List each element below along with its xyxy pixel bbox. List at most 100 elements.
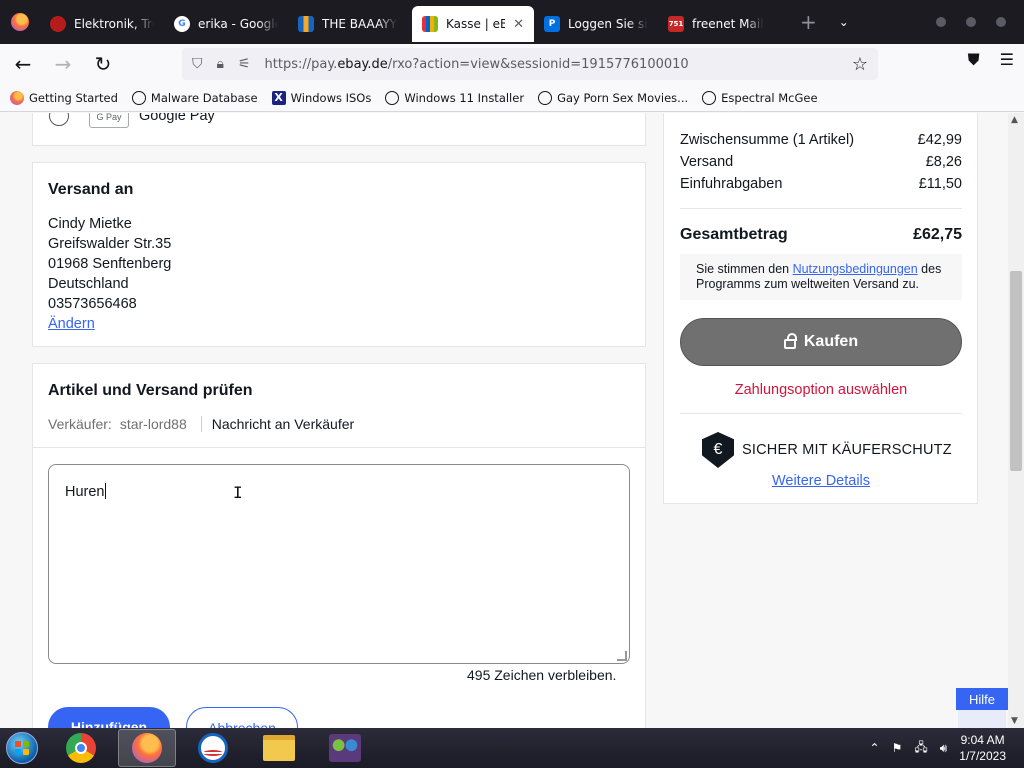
- more-details-link[interactable]: Weitere Details: [680, 473, 962, 489]
- clock-date: 1/7/2023: [959, 749, 1006, 763]
- new-tab-plus-icon[interactable]: +: [800, 10, 817, 34]
- subtotal-value: £42,99: [917, 132, 962, 148]
- taskbar-chrome[interactable]: [52, 729, 110, 767]
- total-row: Gesamtbetrag £62,75: [680, 226, 962, 244]
- help-widget-icon[interactable]: [958, 710, 1006, 728]
- action-center-flag-icon[interactable]: ⚑: [892, 741, 903, 755]
- tab-kasse-ebay[interactable]: Kasse | eBay ✕: [412, 6, 534, 42]
- scrollbar-thumb[interactable]: [1010, 271, 1022, 471]
- tab-baaayy[interactable]: THE BAAAYY: [288, 6, 412, 42]
- pocket-icon[interactable]: ⛊: [968, 50, 980, 70]
- recipient-name: Cindy Mietke: [48, 216, 132, 232]
- bookmarks-toolbar: Getting Started Malware Database X Window…: [0, 84, 1024, 112]
- windows-taskbar: ⌃ ⚑ 🖧︎ 🔊︎ 9:04 AM 1/7/2023: [0, 728, 1024, 768]
- subtotal-row: Zwischensumme (1 Artikel) £42,99: [680, 132, 962, 148]
- close-window-icon[interactable]: [996, 17, 1006, 27]
- bookmark-espectral-mcgee[interactable]: Espectral McGee: [702, 90, 818, 105]
- scroll-down-arrow-icon[interactable]: ▼: [1011, 716, 1018, 726]
- message-textarea[interactable]: Huren: [48, 464, 630, 664]
- bookmark-windows-isos[interactable]: X Windows ISOs: [271, 90, 371, 105]
- page-scrollbar[interactable]: ▲ ▼: [1008, 113, 1024, 728]
- resize-handle-icon[interactable]: [617, 651, 627, 661]
- ebay-favicon-icon: [50, 16, 66, 32]
- show-hidden-icons-chevron-icon[interactable]: ⌃: [870, 741, 880, 755]
- bookmark-star-icon[interactable]: ☆: [852, 54, 868, 75]
- tab-label: Elektronik, Tre: [74, 17, 154, 31]
- bookmark-gay-porn-sex-movies[interactable]: Gay Porn Sex Movies...: [538, 90, 688, 105]
- taskbar-firefox[interactable]: [118, 729, 176, 767]
- bookmark-malware-database[interactable]: Malware Database: [131, 90, 258, 105]
- country: Deutschland: [48, 276, 129, 292]
- divider: [680, 413, 962, 414]
- cancel-button[interactable]: Abbrechen: [186, 707, 298, 728]
- buyer-protection-badge: € SICHER MIT KÄUFERSCHUTZ: [702, 432, 952, 468]
- system-clock[interactable]: 9:04 AM 1/7/2023: [959, 732, 1006, 764]
- shopping-bag-icon: [422, 16, 438, 32]
- google-pay-radio[interactable]: [49, 113, 69, 126]
- payment-method-card: G Pay Google Pay: [32, 113, 646, 146]
- terms-link[interactable]: Nutzungsbedingungen: [793, 262, 918, 276]
- lock-icon: [783, 333, 797, 349]
- hamburger-menu-icon[interactable]: ☰: [1000, 50, 1014, 70]
- bookmark-getting-started[interactable]: Getting Started: [10, 90, 118, 105]
- stripes-favicon-icon: [298, 16, 314, 32]
- tab-freenet-mail[interactable]: 751 freenet Mail: [658, 6, 782, 42]
- shield-icon[interactable]: ⛉: [192, 56, 203, 72]
- shipping-cost-value: £8,26: [925, 154, 962, 170]
- list-tabs-chevron-icon[interactable]: ⌄: [839, 15, 849, 29]
- url-text[interactable]: https://pay.ebay.de/rxo?action=view&sess…: [265, 57, 689, 72]
- volume-icon[interactable]: 🔊︎: [940, 741, 948, 756]
- lock-icon[interactable]: 🔒︎: [217, 56, 224, 72]
- forward-arrow-icon[interactable]: →: [46, 47, 80, 81]
- tab-label: Kasse | eBay: [446, 17, 506, 31]
- taskbar-file-explorer[interactable]: [250, 729, 308, 767]
- phone-number: 03573656468: [48, 296, 137, 312]
- browser-tab-strip: Elektronik, Tre G erika - Google THE BAA…: [0, 0, 1024, 44]
- firefox-menu-icon[interactable]: [0, 0, 40, 44]
- network-icon[interactable]: 🖧︎: [914, 738, 927, 759]
- globe-icon: [385, 90, 400, 105]
- close-tab-icon[interactable]: ✕: [513, 17, 524, 32]
- tab-google[interactable]: G erika - Google: [164, 6, 288, 42]
- shipping-title: Versand an: [48, 181, 134, 198]
- freenet-favicon-icon: 751: [668, 16, 684, 32]
- taskbar-messenger[interactable]: [316, 729, 374, 767]
- tab-label: THE BAAAYY: [322, 17, 398, 31]
- change-address-link[interactable]: Ändern: [48, 316, 95, 332]
- text-caret: [104, 483, 106, 499]
- postal-city: 01968 Senftenberg: [48, 256, 172, 272]
- review-title: Artikel und Versand prüfen: [48, 382, 253, 399]
- google-favicon-icon: G: [174, 16, 190, 32]
- scroll-up-arrow-icon[interactable]: ▲: [1011, 115, 1018, 125]
- bookmark-windows-11-installer[interactable]: Windows 11 Installer: [385, 90, 524, 105]
- help-button[interactable]: Hilfe: [956, 688, 1008, 710]
- total-value: £62,75: [913, 226, 962, 243]
- tab-paypal[interactable]: P Loggen Sie sich: [534, 6, 658, 42]
- seller-row: Verkäufer: star-lord88 Nachricht an Verk…: [48, 416, 354, 432]
- obama-logo-icon: [198, 733, 228, 763]
- address-bar[interactable]: ⛉ 🔒︎ ⚟ https://pay.ebay.de/rxo?action=vi…: [182, 48, 878, 80]
- import-charges-value: £11,50: [918, 176, 962, 192]
- folder-icon: [263, 735, 295, 761]
- start-button[interactable]: [0, 728, 44, 768]
- globe-icon: [538, 90, 553, 105]
- minimize-icon[interactable]: [936, 17, 946, 27]
- maximize-icon[interactable]: [966, 17, 976, 27]
- window-controls: [936, 17, 1024, 27]
- taskbar-obama-app[interactable]: [184, 729, 242, 767]
- buy-button[interactable]: Kaufen: [680, 318, 962, 366]
- reload-icon[interactable]: ↻: [86, 47, 120, 81]
- back-arrow-icon[interactable]: ←: [6, 47, 40, 81]
- characters-remaining: 495 Zeichen verbleiben.: [467, 667, 617, 683]
- message-seller-link[interactable]: Nachricht an Verkäufer: [212, 416, 354, 432]
- paypal-favicon-icon: P: [544, 16, 560, 32]
- total-label: Gesamtbetrag: [680, 226, 788, 243]
- permissions-icon[interactable]: ⚟: [238, 56, 251, 72]
- select-payment-option-message: Zahlungsoption auswählen: [734, 382, 908, 398]
- navigation-toolbar: ← → ↻ ⛉ 🔒︎ ⚟ https://pay.ebay.de/rxo?act…: [0, 44, 1024, 84]
- divider: [680, 208, 962, 209]
- add-button[interactable]: Hinzufügen: [48, 707, 170, 728]
- terms-notice: Sie stimmen den Nutzungsbedingungen des …: [680, 254, 962, 300]
- tab-elektronik[interactable]: Elektronik, Tre: [40, 6, 164, 42]
- import-charges-label: Einfuhrabgaben: [680, 176, 783, 192]
